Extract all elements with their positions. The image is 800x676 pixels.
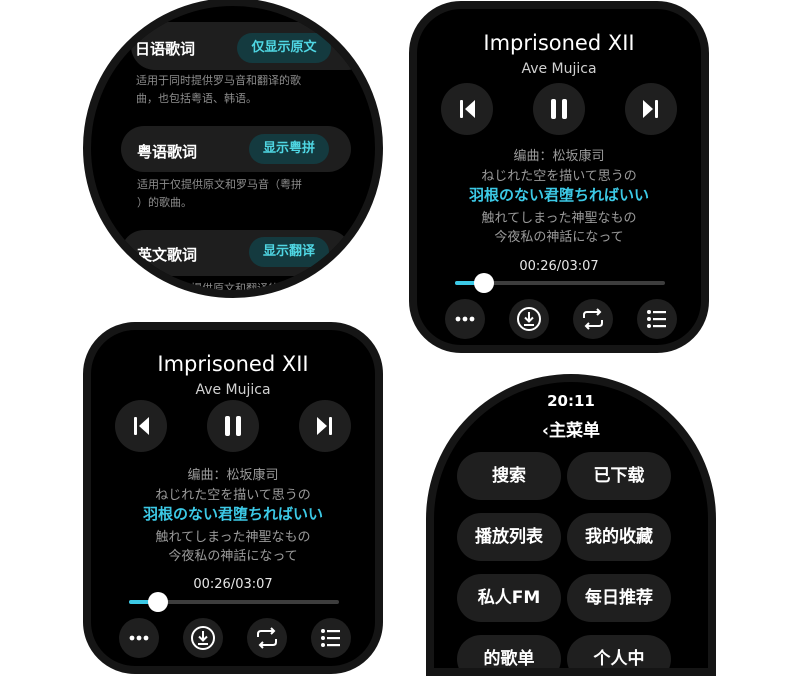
download-icon <box>517 307 541 331</box>
menu-item-playlist[interactable]: 播放列表 <box>457 513 561 561</box>
menu-item-downloaded[interactable]: 已下载 <box>567 452 671 500</box>
lyric-line: 今夜私の神話になって <box>494 230 624 245</box>
lyric-line: 触れてしまった神聖なもの <box>481 211 637 226</box>
playlist-button[interactable] <box>637 299 677 339</box>
playback-time: 00:26/03:07 <box>193 577 273 592</box>
pause-button[interactable] <box>533 83 585 135</box>
settings-title-cantonese: 粤语歌词 <box>137 143 198 161</box>
repeat-icon <box>257 627 277 649</box>
menu-item-daily-recommend[interactable]: 每日推荐 <box>567 574 671 622</box>
song-artist: Ave Mujica <box>521 61 597 77</box>
previous-button[interactable] <box>115 400 167 452</box>
playlist-button[interactable] <box>311 618 351 658</box>
more-button[interactable] <box>445 299 485 339</box>
settings-title-japanese: 日语歌词 <box>135 40 196 58</box>
download-icon <box>191 626 215 650</box>
lyrics-settings-watch: 日语歌词 仅显示原文 适用于同时提供罗马音和翻译的歌 曲，也包括粤语、韩语。 粤… <box>83 0 383 298</box>
more-icon <box>455 316 475 322</box>
repeat-button[interactable] <box>247 618 287 658</box>
menu-item-personal-fm[interactable]: 私人FM <box>457 574 561 622</box>
lyric-line: 编曲：松坂康司 <box>187 468 279 483</box>
progress-bar[interactable] <box>455 273 665 293</box>
song-title: Imprisoned XII <box>157 352 309 376</box>
previous-icon <box>134 417 149 435</box>
more-icon <box>129 635 149 641</box>
lyric-line: 今夜私の神話になって <box>168 549 298 564</box>
repeat-button[interactable] <box>573 299 613 339</box>
repeat-icon <box>583 308 603 330</box>
settings-title-english: 英文歌词 <box>137 246 198 264</box>
clock-time: 20:11 <box>547 392 595 410</box>
previous-button[interactable] <box>441 83 493 135</box>
player-watch-top: Imprisoned XII Ave Mujica 编曲：松坂康司 ねじれた空を… <box>409 1 709 353</box>
show-translation-button[interactable]: 显示翻译 <box>249 237 329 267</box>
settings-desc-english: 适用于仅提供原文和翻译的歌 <box>147 282 290 295</box>
lyric-line: ねじれた空を描いて思うの <box>155 488 311 503</box>
playlist-icon <box>647 310 666 328</box>
lyric-line-current: 羽根のない君堕ちればいい <box>142 505 323 523</box>
next-button[interactable] <box>299 400 351 452</box>
progress-thumb[interactable] <box>474 273 495 293</box>
song-title: Imprisoned XII <box>483 31 635 55</box>
next-icon <box>317 417 332 435</box>
lyric-line-current: 羽根のない君堕ちればいい <box>468 186 649 204</box>
player-watch-bottom: Imprisoned XII Ave Mujica 编曲：松坂康司 ねじれた空を… <box>83 322 383 674</box>
lyrics-only-original-button[interactable]: 仅显示原文 <box>237 33 331 63</box>
main-menu-back-header[interactable]: ‹主菜单 <box>434 416 708 441</box>
download-button[interactable] <box>509 299 549 339</box>
menu-item-search[interactable]: 搜索 <box>457 452 561 500</box>
pause-icon <box>551 99 567 119</box>
menu-item-my-playlists[interactable]: 的歌单 <box>457 635 561 668</box>
lyric-line: 编曲：松坂康司 <box>513 149 605 164</box>
progress-thumb[interactable] <box>148 592 169 612</box>
playlist-icon <box>321 629 340 647</box>
show-jyutping-button[interactable]: 显示粤拼 <box>249 134 329 164</box>
pause-button[interactable] <box>207 400 259 452</box>
pause-icon <box>225 416 241 436</box>
main-menu-watch: 20:11 ‹主菜单 搜索 已下载 播放列表 我的收藏 私人FM 每日推荐 的歌… <box>426 374 716 676</box>
download-button[interactable] <box>183 618 223 658</box>
next-button[interactable] <box>625 83 677 135</box>
menu-item-favorites[interactable]: 我的收藏 <box>567 513 671 561</box>
previous-icon <box>460 100 475 118</box>
lyric-line: 触れてしまった神聖なもの <box>155 530 311 545</box>
playback-time: 00:26/03:07 <box>519 259 599 274</box>
progress-bar[interactable] <box>129 592 339 612</box>
settings-desc-cantonese: 适用于仅提供原文和罗马音（粤拼 ）的歌曲。 <box>137 178 302 209</box>
settings-desc-japanese: 适用于同时提供罗马音和翻译的歌 曲，也包括粤语、韩语。 <box>136 74 301 105</box>
menu-item-profile[interactable]: 个人中 <box>567 635 671 668</box>
song-artist: Ave Mujica <box>195 382 271 398</box>
lyric-line: ねじれた空を描いて思うの <box>481 169 637 184</box>
more-button[interactable] <box>119 618 159 658</box>
next-icon <box>643 100 658 118</box>
